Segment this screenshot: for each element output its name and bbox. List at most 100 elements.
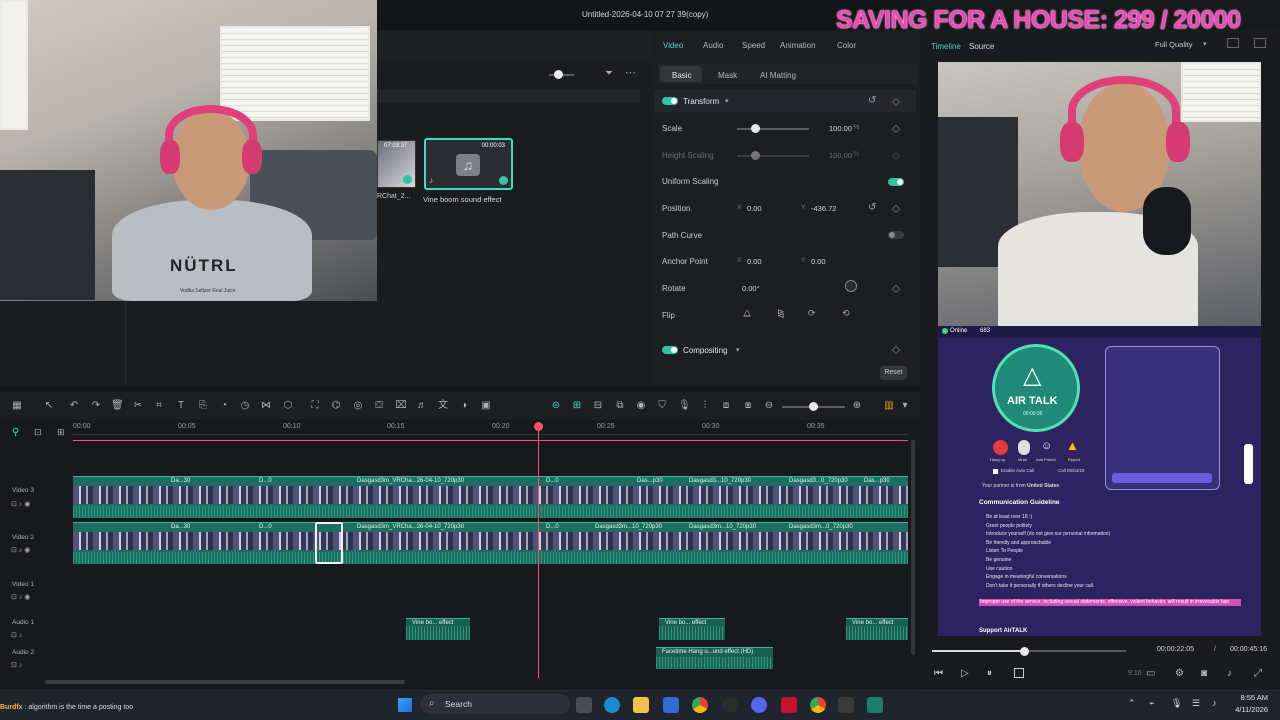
stabilize-icon[interactable]: ⌬	[330, 400, 342, 412]
taskbar-search[interactable]: ⌕ Search	[420, 694, 570, 714]
chevron-down-icon[interactable]: ▾	[736, 346, 740, 354]
selected-clip[interactable]	[315, 522, 343, 564]
chrome-icon-2[interactable]	[810, 697, 826, 713]
shield-icon[interactable]: ⛉	[656, 400, 668, 412]
video2-track[interactable]: Da...30 D...0 Dasgasd3m_VRCha...26-04-10…	[73, 522, 908, 564]
layout-icon[interactable]: ▦	[11, 400, 23, 412]
rotate-cw-icon[interactable]: ⟳	[808, 308, 816, 319]
zoom-out-icon[interactable]: ⊖	[763, 400, 775, 412]
fullscreen-icon[interactable]: ⤢	[1254, 668, 1262, 679]
add-friend-button[interactable]: ☺	[1041, 440, 1055, 455]
auto-call-checkbox[interactable]	[993, 469, 998, 474]
render-icon[interactable]: ▭	[1146, 668, 1155, 679]
position-x-field[interactable]: 0.00	[747, 204, 762, 213]
discord-icon[interactable]	[751, 697, 767, 713]
uniform-scaling-toggle[interactable]	[888, 178, 904, 186]
pause-icon[interactable]: ⏸	[987, 668, 992, 679]
media-thumb-1[interactable]: 07:03:37	[377, 140, 416, 188]
more-dropdown-icon[interactable]: ▾	[899, 400, 911, 412]
scale-value[interactable]: 100.00	[829, 124, 852, 133]
rotate-dial[interactable]	[845, 280, 857, 292]
timer-icon[interactable]: ◷	[239, 400, 251, 412]
reset-icon[interactable]: ↺	[868, 202, 876, 213]
quality-select[interactable]: Full Quality	[1155, 40, 1193, 49]
motion-icon[interactable]: ◎	[352, 400, 364, 412]
filter-icon[interactable]: ⏷	[605, 68, 613, 79]
delete-icon[interactable]: 🗑	[111, 400, 124, 412]
wifi-icon[interactable]: ☰	[1192, 698, 1200, 709]
mask-icon[interactable]: ⛋	[373, 400, 385, 412]
reset-icon[interactable]: ↺	[868, 95, 876, 106]
timeline-vertical-scrollbar[interactable]	[911, 440, 915, 655]
compositing-toggle[interactable]	[662, 346, 678, 354]
tab-audio[interactable]: Audio	[703, 41, 723, 50]
store-icon[interactable]	[663, 697, 679, 713]
chevron-down-icon[interactable]: ▾	[1203, 40, 1207, 48]
track-controls-video2[interactable]: ⊡ ♪ ◉	[11, 546, 30, 554]
rotate-field[interactable]: 0.00°	[742, 284, 760, 293]
voice-icon[interactable]: ◉	[635, 400, 647, 412]
playhead-handle[interactable]	[534, 422, 543, 431]
snapshot-icon[interactable]	[1227, 38, 1239, 48]
layout-icon[interactable]	[1254, 38, 1266, 48]
epic-games-icon[interactable]	[838, 697, 854, 713]
crop-icon[interactable]: ⌗	[153, 400, 165, 412]
scale-slider[interactable]	[737, 124, 809, 133]
mic-icon[interactable]: 🎙	[678, 400, 691, 412]
network-icon[interactable]: ⌁	[1149, 698, 1154, 709]
stop-icon[interactable]	[1014, 668, 1024, 678]
flip-horizontal-icon[interactable]: ⧋	[743, 308, 751, 319]
camera-icon[interactable]: ◙	[1201, 668, 1207, 679]
settings-icon[interactable]: ⚙	[1175, 668, 1184, 679]
reset-button[interactable]: Reset	[880, 366, 907, 380]
translate-icon[interactable]: 文	[437, 400, 449, 412]
tab-speed[interactable]: Speed	[742, 41, 765, 50]
file-explorer-icon[interactable]	[633, 697, 649, 713]
ai-tool-icon[interactable]: ⎘	[197, 400, 209, 412]
speed-icon[interactable]: ◔	[218, 400, 230, 412]
play-icon[interactable]: ▷	[961, 668, 969, 679]
windows-start-icon[interactable]	[398, 698, 412, 712]
audio1-clip[interactable]: Vine bo... effect	[659, 618, 725, 640]
anchor-y-field[interactable]: 0.00	[811, 257, 826, 266]
preview-progress[interactable]	[932, 647, 1126, 656]
hang-up-button[interactable]	[993, 440, 1008, 455]
track-controls-video1[interactable]: ⊡ ♪ ◉	[11, 593, 30, 601]
audio1-clip[interactable]: Vine bo... effect	[406, 618, 470, 640]
filmora-icon[interactable]	[867, 697, 883, 713]
timeline-horizontal-scrollbar[interactable]	[45, 680, 405, 684]
zoom-in-icon[interactable]: ⊕	[851, 400, 863, 412]
chevron-down-icon[interactable]: ▾	[725, 97, 729, 105]
replace-icon[interactable]: ⧆	[742, 400, 754, 412]
side-scroll[interactable]	[1244, 444, 1253, 484]
freeze-icon[interactable]: ⬡	[282, 400, 294, 412]
marker-toggle-icon[interactable]: ⊞	[57, 427, 65, 438]
timeline-zoom-slider[interactable]	[782, 402, 845, 411]
snap-icon[interactable]: ⊜	[550, 400, 562, 412]
undo-icon[interactable]: ↶	[68, 400, 80, 412]
obs-icon[interactable]	[722, 697, 738, 713]
select-icon[interactable]: ↖	[43, 400, 55, 412]
path-curve-toggle[interactable]	[888, 231, 904, 239]
pip-icon[interactable]: ⧈	[720, 400, 732, 412]
track-layout-icon[interactable]: ▥	[883, 400, 895, 412]
position-y-field[interactable]: -436.72	[811, 204, 836, 213]
text-icon[interactable]: T	[175, 400, 187, 412]
subtab-mask[interactable]: Mask	[718, 71, 737, 80]
preview-tab-source[interactable]: Source	[969, 42, 994, 51]
clock-time[interactable]: 8:55 AM	[1226, 693, 1268, 702]
volume-icon[interactable]: ♪	[1227, 668, 1232, 679]
marker-icon[interactable]: ⊟	[592, 400, 604, 412]
mic-tray-icon[interactable]: 🎙	[1171, 698, 1182, 709]
rotate-ccw-icon[interactable]: ⟲	[842, 308, 850, 319]
clock-date[interactable]: 4/11/2026	[1226, 705, 1268, 714]
transition-icon[interactable]: ⋈	[260, 400, 272, 412]
chrome-icon[interactable]	[692, 697, 708, 713]
flip-vertical-icon[interactable]: ⧎	[777, 308, 785, 319]
volume-tray-icon[interactable]: ♪	[1212, 698, 1217, 708]
screen-icon[interactable]: ▣	[480, 400, 492, 412]
more-icon[interactable]: ⋯	[625, 66, 636, 79]
playhead[interactable]	[538, 424, 539, 678]
render-preview-icon[interactable]: ⧉	[614, 400, 626, 412]
report-button[interactable]: ▲	[1066, 438, 1079, 453]
